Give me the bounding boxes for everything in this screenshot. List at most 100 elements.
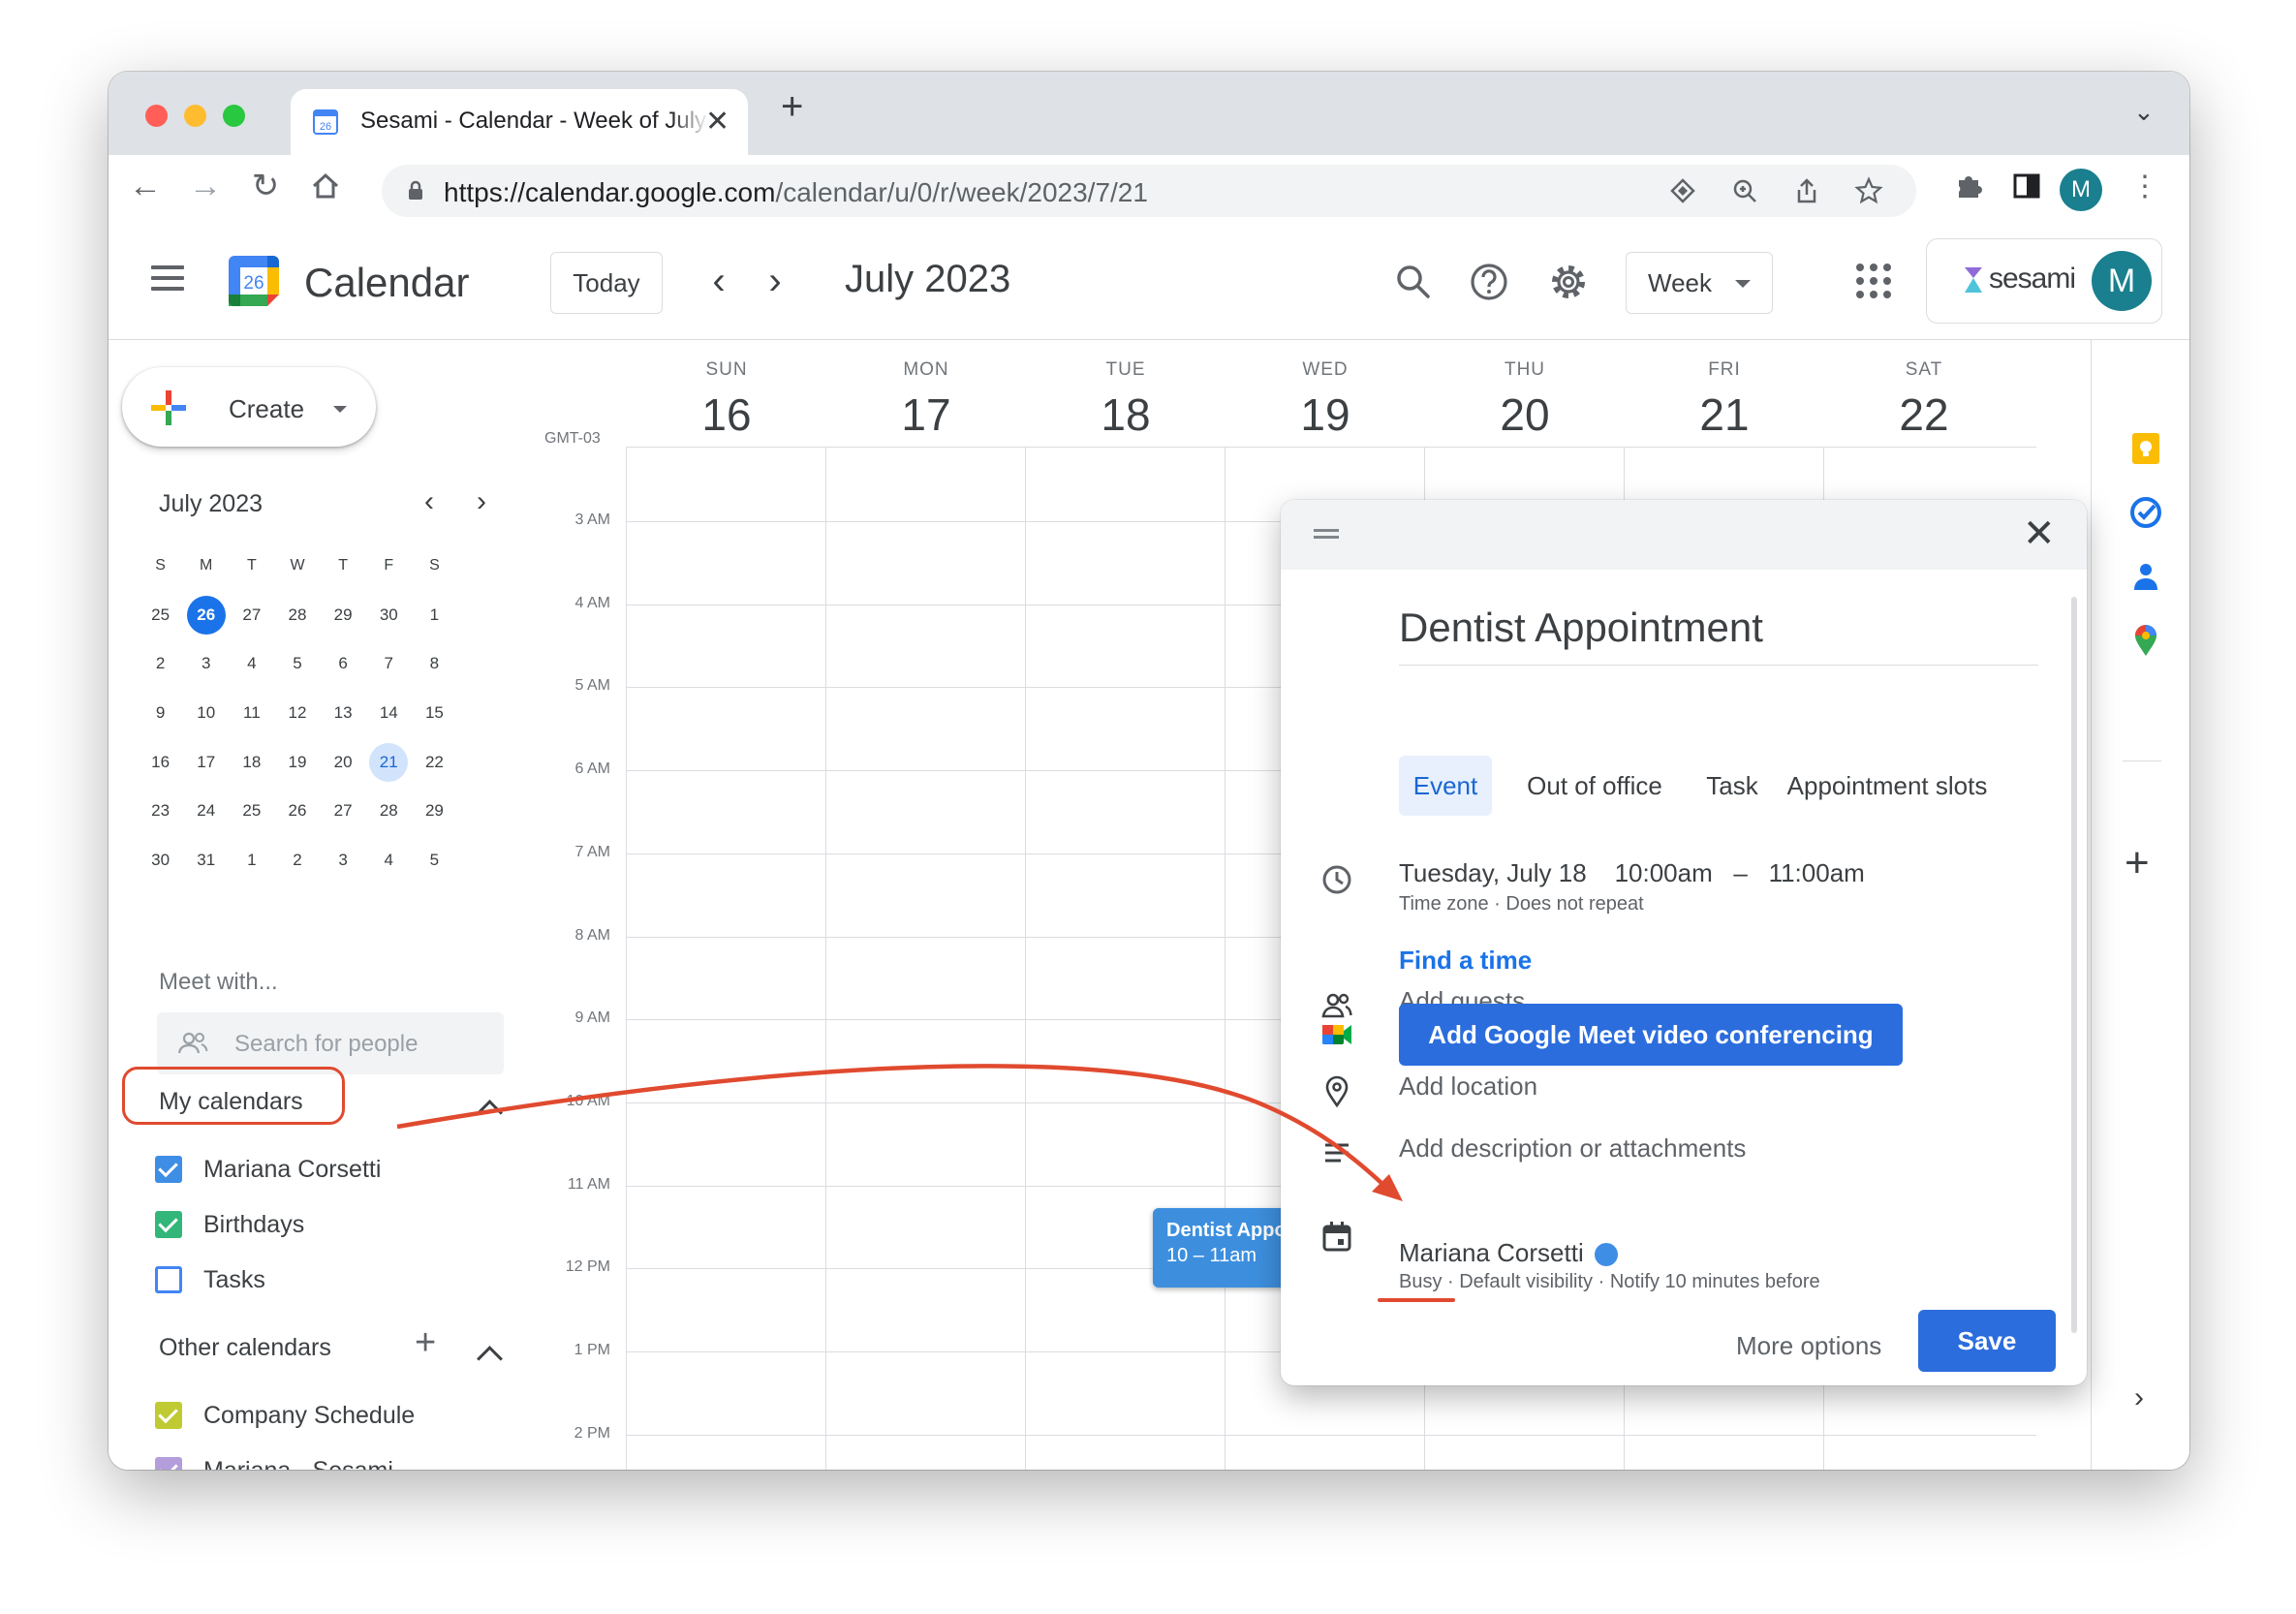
calendar-owner-name[interactable]: Mariana Corsetti <box>1399 1238 1584 1268</box>
mini-day[interactable]: 12 <box>274 689 320 737</box>
next-week-button[interactable]: › <box>756 260 794 302</box>
calendar-checkbox[interactable] <box>155 1457 182 1470</box>
calendar-list-item[interactable]: Company Schedule <box>155 1398 415 1433</box>
mini-day[interactable]: 9 <box>138 689 183 737</box>
collapse-my-calendars-icon[interactable] <box>477 1100 503 1126</box>
close-dialog-icon[interactable]: ✕ <box>2023 512 2056 556</box>
main-menu-icon[interactable] <box>151 265 184 291</box>
tab-appointment-slots[interactable]: Appointment slots <box>1779 756 1996 816</box>
mini-day[interactable]: 28 <box>366 787 412 835</box>
day-number[interactable]: 16 <box>626 388 827 441</box>
contacts-icon[interactable] <box>2128 559 2163 594</box>
day-number[interactable]: 20 <box>1424 388 1626 441</box>
search-icon[interactable] <box>1391 260 1436 304</box>
mini-day[interactable]: 16 <box>138 738 183 787</box>
mini-day[interactable]: 11 <box>229 689 274 737</box>
calendar-list-item[interactable]: Mariana - Sesami <box>155 1453 393 1470</box>
mini-day[interactable]: 3 <box>321 836 366 885</box>
zoom-icon[interactable] <box>1730 176 1759 205</box>
mini-day[interactable]: 4 <box>229 639 274 688</box>
save-button[interactable]: Save <box>1918 1310 2056 1372</box>
tasks-icon[interactable] <box>2128 495 2163 530</box>
url-text[interactable]: https://calendar.google.com/calendar/u/0… <box>444 177 1148 208</box>
mini-next-month-button[interactable]: › <box>477 485 486 518</box>
drag-handle-icon[interactable] <box>1314 529 1339 539</box>
tab-list-chevron-icon[interactable]: ⌄ <box>2133 97 2155 127</box>
calendar-checkbox[interactable] <box>155 1402 182 1429</box>
mini-day[interactable]: 2 <box>138 639 183 688</box>
day-number[interactable]: 18 <box>1025 388 1226 441</box>
mini-day[interactable]: 30 <box>366 591 412 639</box>
mini-day[interactable]: 8 <box>412 639 457 688</box>
view-dropdown[interactable]: Week <box>1626 252 1773 314</box>
day-header[interactable]: MON 17 <box>825 359 1027 441</box>
mini-day[interactable]: 1 <box>412 591 457 639</box>
day-header[interactable]: THU 20 <box>1424 359 1626 441</box>
mini-day[interactable]: 13 <box>321 689 366 737</box>
help-icon[interactable] <box>1467 260 1511 304</box>
mini-day[interactable]: 25 <box>229 787 274 835</box>
calendar-list-item[interactable]: Tasks <box>155 1262 265 1297</box>
find-a-time-link[interactable]: Find a time <box>1399 946 1532 976</box>
maps-pin-icon[interactable] <box>2128 623 2163 658</box>
event-title-input[interactable]: Dentist Appointment <box>1399 605 2038 666</box>
more-options-button[interactable]: More options <box>1736 1331 1881 1361</box>
new-tab-button[interactable]: + <box>781 87 803 126</box>
mini-day[interactable]: 20 <box>321 738 366 787</box>
mini-day[interactable]: 26 <box>274 787 320 835</box>
mini-day[interactable]: 3 <box>183 639 229 688</box>
calendar-list-item[interactable]: Birthdays <box>155 1207 304 1242</box>
back-button[interactable]: ← <box>126 167 165 205</box>
extension-diamond-icon[interactable] <box>1668 176 1697 205</box>
get-addons-plus-icon[interactable]: + <box>2125 842 2150 885</box>
add-location-field[interactable]: Add location <box>1399 1071 1537 1102</box>
day-number[interactable]: 19 <box>1225 388 1426 441</box>
calendar-list-item[interactable]: Mariana Corsetti <box>155 1152 381 1187</box>
address-bar[interactable]: https://calendar.google.com/calendar/u/0… <box>382 165 1916 217</box>
calendar-checkbox[interactable] <box>155 1211 182 1238</box>
mini-day[interactable]: 21 <box>366 738 412 787</box>
browser-tab[interactable]: 26 Sesami - Calendar - Week of July 16, … <box>291 89 748 155</box>
event-date[interactable]: Tuesday, July 18 <box>1399 858 1587 887</box>
account-switcher[interactable]: sesami M <box>1926 238 2162 324</box>
add-description-field[interactable]: Add description or attachments <box>1399 1133 1746 1164</box>
expand-side-panel-icon[interactable]: › <box>2134 1381 2144 1414</box>
mini-day[interactable]: 5 <box>412 836 457 885</box>
previous-week-button[interactable]: ‹ <box>699 260 738 302</box>
minimize-window-button[interactable] <box>184 105 206 127</box>
mini-day[interactable]: 27 <box>229 591 274 639</box>
side-panel-icon[interactable] <box>2007 167 2046 205</box>
mini-prev-month-button[interactable]: ‹ <box>424 485 434 518</box>
dialog-drag-bar[interactable]: ✕ <box>1281 500 2087 570</box>
event-start-time[interactable]: 10:00am <box>1615 858 1713 887</box>
mini-day[interactable]: 15 <box>412 689 457 737</box>
day-number[interactable]: 17 <box>825 388 1027 441</box>
calendar-checkbox[interactable] <box>155 1266 182 1293</box>
day-header[interactable]: WED 19 <box>1225 359 1426 441</box>
bookmark-star-icon[interactable] <box>1854 176 1883 205</box>
other-calendars-heading[interactable]: Other calendars <box>159 1334 331 1362</box>
mini-day[interactable]: 10 <box>183 689 229 737</box>
day-number[interactable]: 22 <box>1823 388 2025 441</box>
mini-day[interactable]: 7 <box>366 639 412 688</box>
add-other-calendar-icon[interactable]: + <box>415 1324 436 1361</box>
add-google-meet-button[interactable]: Add Google Meet video conferencing <box>1399 1004 1903 1066</box>
mini-day[interactable]: 6 <box>321 639 366 688</box>
mini-day[interactable]: 19 <box>274 738 320 787</box>
home-icon[interactable] <box>306 167 345 205</box>
settings-gear-icon[interactable] <box>1546 260 1591 304</box>
mini-day[interactable]: 31 <box>183 836 229 885</box>
mini-day[interactable]: 24 <box>183 787 229 835</box>
mini-day[interactable]: 14 <box>366 689 412 737</box>
dialog-scrollbar[interactable] <box>2071 597 2077 1333</box>
mini-day[interactable]: 1 <box>229 836 274 885</box>
search-people-input[interactable]: Search for people <box>157 1012 504 1074</box>
browser-menu-icon[interactable]: ⋮ <box>2125 167 2164 205</box>
mini-day[interactable]: 30 <box>138 836 183 885</box>
event-end-time[interactable]: 11:00am <box>1769 858 1865 887</box>
keep-icon[interactable] <box>2128 431 2163 466</box>
my-calendars-heading[interactable]: My calendars <box>159 1088 303 1116</box>
mini-day[interactable]: 29 <box>321 591 366 639</box>
calendar-details-line[interactable]: Busy · Default visibility · Notify 10 mi… <box>1399 1271 1820 1293</box>
mini-day[interactable]: 23 <box>138 787 183 835</box>
